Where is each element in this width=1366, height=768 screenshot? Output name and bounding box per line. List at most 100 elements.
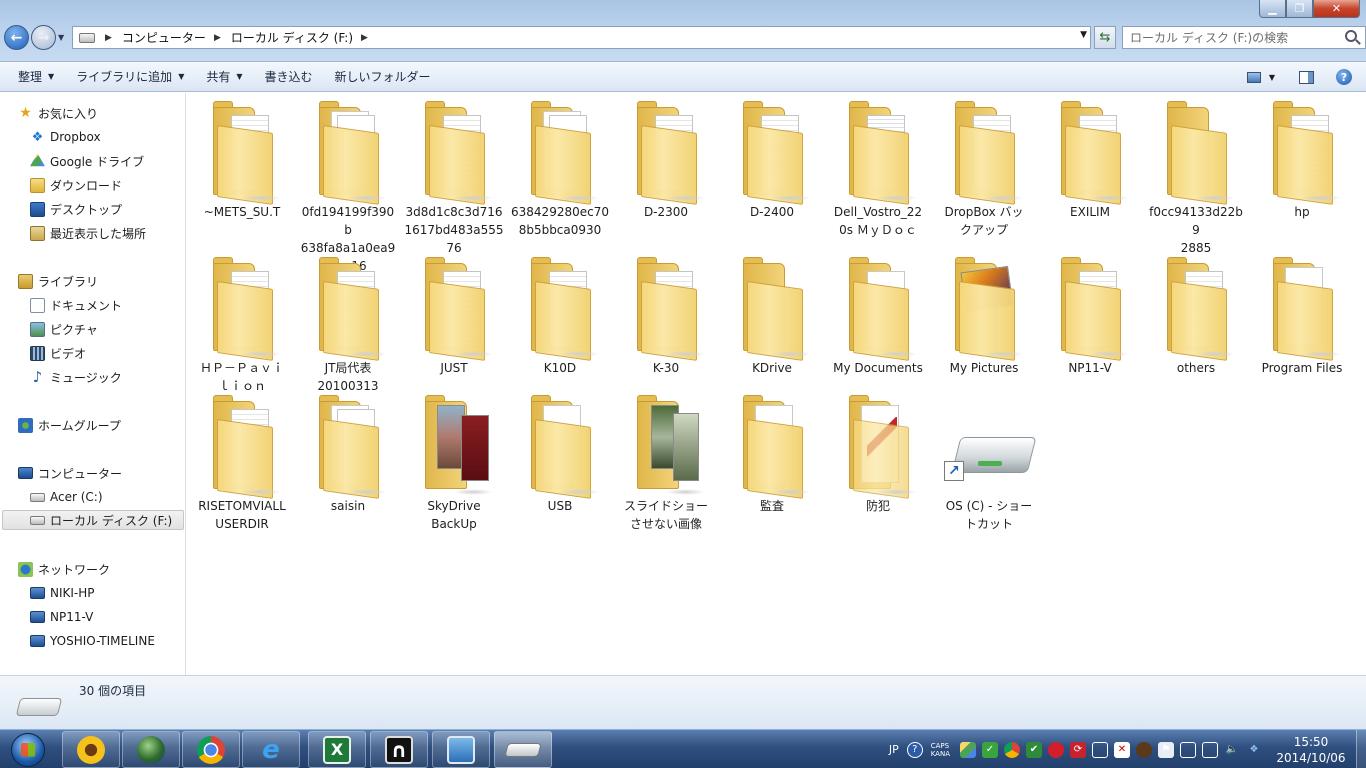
folder-item[interactable]: RISETOMVIALL USERDIR bbox=[192, 395, 292, 533]
network-tray-icon[interactable] bbox=[1202, 741, 1218, 758]
sidebar-item-documents[interactable]: ドキュメント bbox=[30, 295, 122, 315]
search-icon[interactable] bbox=[1345, 30, 1357, 42]
sidebar-item-pictures[interactable]: ピクチャ bbox=[30, 319, 98, 339]
burn-button[interactable]: 書き込む bbox=[265, 68, 313, 85]
folder-item[interactable]: JT局代表 20100313 bbox=[298, 257, 398, 395]
sidebar-item-desktop[interactable]: デスクトップ bbox=[30, 199, 122, 219]
sidebar-item-yoshio-timeline[interactable]: YOSHIO-TIMELINE bbox=[30, 631, 155, 651]
sidebar-item-homegroup[interactable]: ホームグループ bbox=[18, 415, 121, 435]
back-button[interactable]: ← bbox=[4, 25, 29, 50]
close-button[interactable]: ✕ bbox=[1313, 0, 1360, 18]
folder-item[interactable]: others bbox=[1146, 257, 1246, 377]
breadcrumb-separator-icon[interactable]: ▶ bbox=[361, 33, 368, 43]
recent-pages-dropdown[interactable]: ▼ bbox=[58, 33, 64, 42]
adobe-tray-icon[interactable]: ⟳ bbox=[1070, 741, 1086, 758]
folder-item[interactable]: SkyDrive BackUp bbox=[404, 395, 504, 533]
folder-item[interactable]: saisin bbox=[298, 395, 398, 515]
folder-item[interactable]: K10D bbox=[510, 257, 610, 377]
forward-button[interactable]: → bbox=[31, 25, 56, 50]
sidebar-item-favorites[interactable]: ★ お気に入り bbox=[18, 103, 98, 123]
minimize-button[interactable]: ▁ bbox=[1259, 0, 1286, 18]
address-history-dropdown[interactable]: ▼ bbox=[1080, 30, 1087, 40]
taskbar-app-excel[interactable]: X bbox=[308, 731, 366, 768]
ime-mode-indicator[interactable]: CAPS KANA bbox=[931, 742, 950, 758]
taskbar-app-internet-explorer[interactable]: e bbox=[242, 731, 300, 768]
folder-item[interactable]: 0fd194199f390b638fa8a1a0ea9aaa16 bbox=[298, 101, 398, 275]
folder-item[interactable]: EXILIM bbox=[1040, 101, 1140, 221]
folder-item[interactable]: ＨＰ－Ｐａｖｉ ｌｉｏｎ bbox=[192, 257, 292, 395]
folder-item[interactable]: JUST bbox=[404, 257, 504, 377]
folder-item[interactable]: My Pictures bbox=[934, 257, 1034, 377]
breadcrumb-computer[interactable]: コンピューター bbox=[122, 29, 206, 46]
sidebar-item-recent-places[interactable]: 最近表示した場所 bbox=[30, 223, 146, 243]
security-tray-icon[interactable]: ✓ bbox=[982, 741, 998, 758]
address-bar[interactable]: ▶ コンピューター ▶ ローカル ディスク (F:) ▶ ▼ bbox=[72, 26, 1091, 49]
show-desktop-button[interactable] bbox=[1356, 730, 1366, 768]
chevron-down-icon[interactable]: ▼ bbox=[1269, 73, 1275, 82]
breadcrumb-separator-icon[interactable]: ▶ bbox=[214, 33, 221, 43]
taskbar-app-home[interactable]: ∩ bbox=[370, 731, 428, 768]
folder-item[interactable]: USB bbox=[510, 395, 610, 515]
taskbar-app-explorer[interactable] bbox=[494, 731, 552, 768]
shield-tray-icon[interactable]: ✔ bbox=[1026, 741, 1042, 758]
folder-item[interactable]: hp bbox=[1252, 101, 1352, 221]
folder-item[interactable]: 3d8d1c8c3d716 1617bd483a555 76 bbox=[404, 101, 504, 257]
language-indicator[interactable]: JP bbox=[889, 743, 899, 756]
antivirus-tray-icon[interactable] bbox=[1048, 741, 1064, 758]
folder-item[interactable]: DropBox バッ クアップ bbox=[934, 101, 1034, 239]
sidebar-item-niki-hp[interactable]: NIKI-HP bbox=[30, 583, 95, 603]
maximize-button[interactable]: ❐ bbox=[1286, 0, 1313, 18]
breadcrumb-local-disk[interactable]: ローカル ディスク (F:) bbox=[231, 29, 353, 46]
taskbar-app-globe[interactable] bbox=[122, 731, 180, 768]
chrome-tray-icon[interactable] bbox=[1004, 741, 1020, 758]
start-button[interactable] bbox=[2, 731, 54, 768]
breadcrumb-separator-icon[interactable]: ▶ bbox=[105, 33, 112, 43]
ime-help-icon[interactable]: ? bbox=[906, 741, 923, 758]
folder-item[interactable]: My Documents bbox=[828, 257, 928, 377]
folder-item[interactable]: ~METS_SU.T bbox=[192, 101, 292, 221]
search-input[interactable]: ローカル ディスク (F:)の検索 bbox=[1122, 26, 1366, 49]
folder-item[interactable]: D-2400 bbox=[722, 101, 822, 221]
sidebar-item-videos[interactable]: ビデオ bbox=[30, 343, 86, 363]
sidebar-item-music[interactable]: ♪ ミュージック bbox=[30, 367, 122, 387]
taskbar-app-chrome[interactable] bbox=[182, 731, 240, 768]
volume-icon[interactable]: 🔈 bbox=[1224, 742, 1240, 758]
taskbar-app-network[interactable] bbox=[432, 731, 490, 768]
display-tray-icon[interactable] bbox=[1092, 741, 1108, 758]
sidebar-item-computer[interactable]: コンピューター bbox=[18, 463, 122, 483]
usb-tray-icon[interactable] bbox=[1180, 741, 1196, 758]
coffee-tray-icon[interactable] bbox=[1136, 741, 1152, 758]
organize-button[interactable]: 整理 ▼ bbox=[18, 68, 54, 85]
folder-item[interactable]: KDrive bbox=[722, 257, 822, 377]
clock[interactable]: 15:50 2014/10/06 bbox=[1272, 734, 1350, 766]
sidebar-item-local-disk-f[interactable]: ローカル ディスク (F:) bbox=[2, 510, 184, 530]
folder-item[interactable]: 防犯 bbox=[828, 395, 928, 515]
folder-item[interactable]: 監査 bbox=[722, 395, 822, 515]
new-folder-button[interactable]: 新しいフォルダー bbox=[335, 68, 431, 85]
alert-tray-icon[interactable]: ✕ bbox=[1114, 741, 1130, 758]
taskbar-app-sunflower[interactable] bbox=[62, 731, 120, 768]
folder-item[interactable]: Program Files bbox=[1252, 257, 1352, 377]
folder-item[interactable]: D-2300 bbox=[616, 101, 716, 221]
folder-item[interactable]: NP11-V bbox=[1040, 257, 1140, 377]
shortcut-item[interactable]: ↗ OS (C) - ショー トカット bbox=[939, 395, 1039, 533]
add-to-library-button[interactable]: ライブラリに追加 ▼ bbox=[76, 68, 184, 85]
dropbox-tray-icon[interactable]: ❖ bbox=[1246, 742, 1262, 758]
sidebar-item-dropbox[interactable]: ❖ Dropbox bbox=[30, 127, 101, 147]
folder-item[interactable]: 638429280ec70 8b5bbca0930 bbox=[510, 101, 610, 239]
google-drive-tray-icon[interactable] bbox=[960, 741, 976, 758]
folder-item[interactable]: スライドショー させない画像 bbox=[616, 395, 716, 533]
sidebar-item-downloads[interactable]: ダウンロード bbox=[30, 175, 122, 195]
sidebar-item-libraries[interactable]: ライブラリ bbox=[18, 271, 98, 291]
refresh-button[interactable]: ⇆ bbox=[1094, 26, 1116, 49]
sidebar-item-acer-c[interactable]: Acer (C:) bbox=[30, 487, 103, 507]
action-center-tray-icon[interactable]: ⚑ bbox=[1158, 741, 1174, 758]
sidebar-item-network[interactable]: ネットワーク bbox=[18, 559, 110, 579]
preview-pane-icon[interactable] bbox=[1299, 70, 1314, 84]
folder-item[interactable]: f0cc94133d22b9 2885 bbox=[1146, 101, 1246, 257]
folder-item[interactable]: Dell_Vostro_22 0s ＭｙＤｏｃ bbox=[828, 101, 928, 239]
sidebar-item-np11-v[interactable]: NP11-V bbox=[30, 607, 93, 627]
help-icon[interactable]: ? bbox=[1336, 69, 1352, 85]
change-view-icon[interactable] bbox=[1246, 71, 1261, 83]
sidebar-item-google-drive[interactable]: Google ドライブ bbox=[30, 151, 144, 171]
